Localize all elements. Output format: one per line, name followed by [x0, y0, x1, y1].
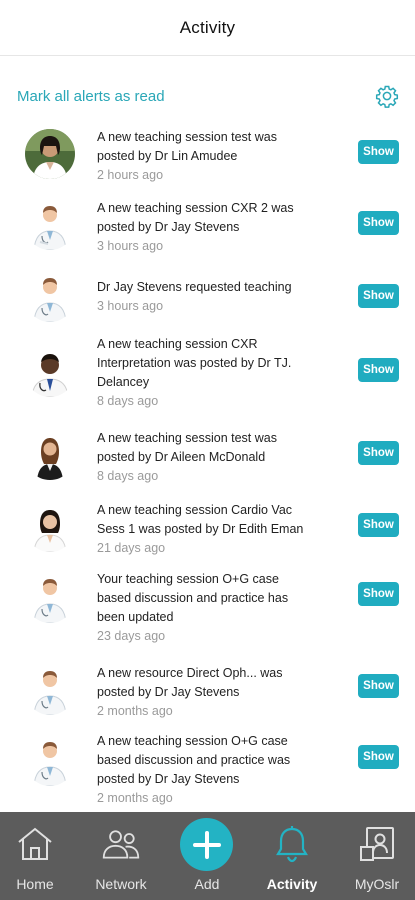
notification-message: Your teaching session O+G case based dis… — [97, 572, 289, 624]
avatar — [25, 200, 75, 250]
show-button[interactable]: Show — [358, 284, 399, 308]
tab-home-label: Home — [16, 876, 54, 892]
notification-time: 2 hours ago — [97, 168, 164, 182]
notification-text: A new teaching session O+G case based di… — [97, 732, 315, 808]
notification-time: 3 hours ago — [97, 299, 164, 313]
plus-icon — [192, 830, 221, 859]
notification-text: A new resource Direct Oph... was posted … — [97, 664, 315, 721]
tab-network-label: Network — [95, 876, 147, 892]
tab-myoslr[interactable]: MyOslr — [350, 812, 404, 900]
notification-item: A new teaching session Cardio Vac Sess 1… — [0, 497, 415, 569]
woman-doctor-photo-icon — [25, 502, 75, 552]
notification-text: A new teaching session CXR Interpretatio… — [97, 335, 315, 411]
avatar — [25, 430, 75, 480]
show-button[interactable]: Show — [358, 140, 399, 164]
show-button[interactable]: Show — [358, 674, 399, 698]
businesswoman-photo-icon — [25, 430, 75, 480]
notification-time: 2 months ago — [97, 791, 173, 805]
notification-time: 8 days ago — [97, 394, 159, 408]
doctor-man-illustration-icon — [25, 736, 75, 786]
notification-item: A new teaching session O+G case based di… — [0, 732, 415, 822]
avatar — [25, 347, 75, 397]
doctor-man-illustration-icon — [25, 573, 75, 623]
doctor-man-photo-icon — [25, 347, 75, 397]
notification-text: A new teaching session Cardio Vac Sess 1… — [97, 501, 315, 558]
profile-card-icon — [360, 827, 394, 861]
notification-text: Your teaching session O+G case based dis… — [97, 570, 315, 646]
show-button[interactable]: Show — [358, 582, 399, 606]
tab-activity-label: Activity — [266, 876, 318, 892]
show-button[interactable]: Show — [358, 513, 399, 537]
network-icon — [102, 830, 140, 859]
notification-item: Your teaching session O+G case based dis… — [0, 569, 415, 660]
tab-add-label: Add — [194, 876, 220, 892]
doctor-man-illustration-icon — [25, 272, 75, 322]
actions-row: Mark all alerts as read — [0, 80, 415, 112]
notification-text: A new teaching session CXR 2 was posted … — [97, 199, 315, 256]
doctor-man-illustration-icon — [25, 200, 75, 250]
avatar — [25, 272, 75, 322]
tab-network[interactable]: Network — [90, 812, 152, 900]
doctor-woman-photo-icon — [25, 129, 75, 179]
notification-text: Dr Jay Stevens requested teaching 3 hour… — [97, 278, 315, 316]
avatar — [25, 129, 75, 179]
notification-item: Dr Jay Stevens requested teaching 3 hour… — [0, 268, 415, 334]
notification-item: A new teaching session CXR 2 was posted … — [0, 196, 415, 268]
notification-message: A new teaching session test was posted b… — [97, 130, 277, 163]
notification-message: A new teaching session CXR 2 was posted … — [97, 201, 294, 234]
notification-time: 3 hours ago — [97, 239, 164, 253]
page-title: Activity — [179, 17, 236, 37]
show-button[interactable]: Show — [358, 745, 399, 769]
notification-time: 2 months ago — [97, 704, 173, 718]
notification-message: A new teaching session test was posted b… — [97, 431, 277, 464]
notification-text: A new teaching session test was posted b… — [97, 429, 315, 486]
avatar — [25, 502, 75, 552]
notification-message: A new resource Direct Oph... was posted … — [97, 666, 283, 699]
notification-item: A new resource Direct Oph... was posted … — [0, 660, 415, 732]
notification-item: A new teaching session test was posted b… — [0, 425, 415, 497]
notification-message: A new teaching session O+G case based di… — [97, 734, 291, 786]
notification-time: 23 days ago — [97, 629, 166, 643]
notification-time: 8 days ago — [97, 469, 159, 483]
notification-time: 21 days ago — [97, 541, 166, 555]
avatar — [25, 665, 75, 715]
notification-list: A new teaching session test was posted b… — [0, 124, 415, 822]
notification-message: A new teaching session Cardio Vac Sess 1… — [97, 503, 304, 536]
notification-text: A new teaching session test was posted b… — [97, 128, 315, 185]
notification-item: A new teaching session test was posted b… — [0, 124, 415, 196]
bell-icon — [276, 826, 308, 863]
tab-myoslr-label: MyOslr — [354, 876, 400, 892]
mark-all-read-link[interactable]: Mark all alerts as read — [17, 88, 165, 105]
top-bar: Activity — [0, 0, 415, 56]
avatar — [25, 736, 75, 786]
tab-home[interactable]: Home — [12, 812, 58, 900]
show-button[interactable]: Show — [358, 441, 399, 465]
show-button[interactable]: Show — [358, 358, 399, 382]
notification-message: A new teaching session CXR Interpretatio… — [97, 337, 292, 389]
gear-icon[interactable] — [375, 84, 399, 108]
home-icon — [18, 827, 52, 860]
tab-activity[interactable]: Activity — [262, 812, 322, 900]
doctor-man-illustration-icon — [25, 665, 75, 715]
show-button[interactable]: Show — [358, 211, 399, 235]
avatar — [25, 573, 75, 623]
add-button[interactable] — [180, 818, 233, 871]
notification-item: A new teaching session CXR Interpretatio… — [0, 334, 415, 425]
notification-message: Dr Jay Stevens requested teaching — [97, 280, 292, 294]
